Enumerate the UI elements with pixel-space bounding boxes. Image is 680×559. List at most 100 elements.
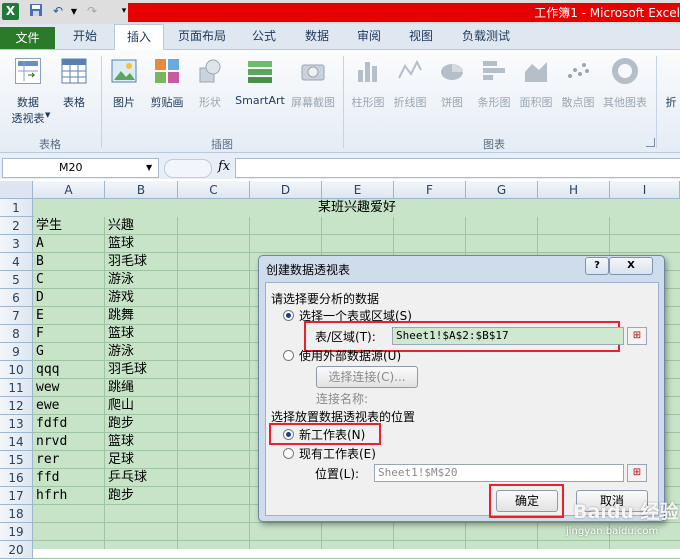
column-header-C[interactable]: C [178, 181, 250, 199]
radio-select-table[interactable] [283, 310, 294, 321]
chart-line-button[interactable]: 折线图 [390, 56, 430, 116]
row-header-1[interactable]: 1 [0, 199, 33, 217]
row-header-8[interactable]: 8 [0, 325, 33, 343]
radio-new-worksheet-label[interactable]: 新工作表(N) [299, 426, 365, 443]
cell-B15[interactable]: 足球 [108, 451, 134, 469]
fx-icon[interactable]: fx [218, 159, 230, 174]
tab-formulas[interactable]: 公式 [244, 24, 284, 49]
sheet-title[interactable]: 某班兴趣爱好 [34, 199, 680, 217]
cell-B5[interactable]: 游泳 [108, 271, 134, 289]
formula-input[interactable] [235, 158, 680, 178]
cell-A4[interactable]: B [36, 253, 44, 271]
clipart-button[interactable]: 剪贴画 [146, 56, 188, 116]
cell-B17[interactable]: 跑步 [108, 487, 134, 505]
formula-bar-handle[interactable] [164, 159, 212, 178]
location-input[interactable]: Sheet1!$M$20 [374, 464, 624, 482]
cell-A8[interactable]: F [36, 325, 44, 343]
tab-file[interactable]: 文件 [0, 27, 55, 49]
chart-bar-button[interactable]: 条形图 [474, 56, 514, 116]
cell-B8[interactable]: 篮球 [108, 325, 134, 343]
radio-existing-worksheet[interactable] [283, 448, 294, 459]
column-header-E[interactable]: E [322, 181, 394, 199]
cell-A5[interactable]: C [36, 271, 44, 289]
chevron-down-icon[interactable]: ▼ [66, 3, 82, 20]
cell-B16[interactable]: 乒乓球 [108, 469, 147, 487]
chevron-down-icon[interactable]: ▼ [146, 159, 152, 177]
column-header-B[interactable]: B [105, 181, 178, 199]
cell-A14[interactable]: nrvd [36, 433, 67, 451]
undo-icon[interactable]: ↶ [50, 3, 66, 20]
row-header-18[interactable]: 18 [0, 505, 33, 523]
tab-review[interactable]: 审阅 [348, 24, 390, 49]
tab-home[interactable]: 开始 [62, 24, 108, 49]
cell-B7[interactable]: 跳舞 [108, 307, 134, 325]
select-all-corner[interactable] [0, 181, 33, 199]
location-picker-icon[interactable]: ⊞ [627, 464, 647, 482]
radio-external-source[interactable] [283, 350, 294, 361]
range-input[interactable]: Sheet1!$A$2:$B$17 [392, 327, 624, 345]
column-header-H[interactable]: H [538, 181, 610, 199]
cell-A11[interactable]: wew [36, 379, 59, 397]
cell-B12[interactable]: 爬山 [108, 397, 134, 415]
chart-pie-button[interactable]: 饼图 [432, 56, 472, 116]
row-header-12[interactable]: 12 [0, 397, 33, 415]
row-header-11[interactable]: 11 [0, 379, 33, 397]
cell-B14[interactable]: 篮球 [108, 433, 134, 451]
tab-load-test[interactable]: 负载测试 [454, 24, 518, 49]
redo-icon[interactable]: ↷ [84, 3, 100, 20]
radio-existing-worksheet-label[interactable]: 现有工作表(E) [299, 445, 376, 462]
choose-connection-button[interactable]: 选择连接(C)... [316, 366, 418, 388]
tab-data[interactable]: 数据 [296, 24, 338, 49]
cell-B3[interactable]: 篮球 [108, 235, 134, 253]
cell-A15[interactable]: rer [36, 451, 59, 469]
shapes-button[interactable]: 形状 [192, 56, 228, 116]
cell-B13[interactable]: 跑步 [108, 415, 134, 433]
table-button[interactable]: 表格 [56, 56, 92, 116]
column-header-D[interactable]: D [250, 181, 322, 199]
row-header-17[interactable]: 17 [0, 487, 33, 505]
row-header-20[interactable]: 20 [0, 541, 33, 559]
cell-B11[interactable]: 跳绳 [108, 379, 134, 397]
help-button[interactable]: ? [585, 257, 609, 275]
row-header-13[interactable]: 13 [0, 415, 33, 433]
screenshot-button[interactable]: 屏幕截图 [288, 56, 338, 116]
chart-scatter-button[interactable]: 散点图 [558, 56, 598, 116]
cell-B6[interactable]: 游戏 [108, 289, 134, 307]
row-header-7[interactable]: 7 [0, 307, 33, 325]
row-header-15[interactable]: 15 [0, 451, 33, 469]
radio-external-source-label[interactable]: 使用外部数据源(U) [299, 347, 401, 364]
chart-column-button[interactable]: 柱形图 [348, 56, 388, 116]
dialog-launcher-icon[interactable] [646, 138, 655, 147]
chart-other-button[interactable]: 其他图表 [600, 56, 650, 116]
cell-A9[interactable]: G [36, 343, 44, 361]
cell-A3[interactable]: A [36, 235, 44, 253]
range-picker-icon[interactable]: ⊞ [627, 327, 647, 345]
cell-B4[interactable]: 羽毛球 [108, 253, 147, 271]
name-box[interactable]: M20 ▼ [2, 158, 159, 178]
row-header-2[interactable]: 2 [0, 217, 33, 235]
excel-icon[interactable]: X [2, 3, 19, 20]
smartart-button[interactable]: SmartArt [232, 56, 288, 116]
row-header-10[interactable]: 10 [0, 361, 33, 379]
column-header-I[interactable]: I [610, 181, 680, 199]
cell-A7[interactable]: E [36, 307, 44, 325]
cell-A2[interactable]: 学生 [36, 217, 62, 235]
row-header-6[interactable]: 6 [0, 289, 33, 307]
cell-A6[interactable]: D [36, 289, 44, 307]
row-header-5[interactable]: 5 [0, 271, 33, 289]
pivot-table-button[interactable]: 数据 透视表 ▼ [4, 56, 52, 128]
column-header-G[interactable]: G [466, 181, 538, 199]
cell-B2[interactable]: 兴趣 [108, 217, 134, 235]
chart-area-button[interactable]: 面积图 [516, 56, 556, 116]
cell-A12[interactable]: ewe [36, 397, 59, 415]
column-header-A[interactable]: A [33, 181, 105, 199]
cell-A10[interactable]: qqq [36, 361, 59, 379]
cell-A17[interactable]: hfrh [36, 487, 67, 505]
tab-view[interactable]: 视图 [400, 24, 442, 49]
cell-A16[interactable]: ffd [36, 469, 59, 487]
row-header-19[interactable]: 19 [0, 523, 33, 541]
cell-B10[interactable]: 羽毛球 [108, 361, 147, 379]
close-button[interactable]: X [609, 257, 653, 275]
radio-new-worksheet[interactable] [283, 429, 294, 440]
tab-insert[interactable]: 插入 [114, 24, 164, 51]
